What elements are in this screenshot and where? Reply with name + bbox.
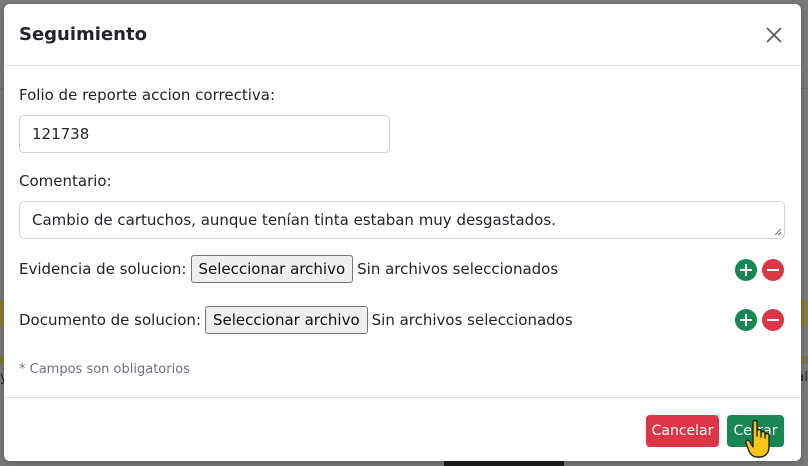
document-row: Documento de solucion: Seleccionar archi…	[19, 306, 573, 334]
comment-label: Comentario:	[19, 172, 112, 190]
modal-header: Seguimiento	[4, 4, 801, 66]
close-icon	[766, 26, 782, 43]
close-button[interactable]	[762, 23, 786, 47]
folio-input[interactable]: 121738	[19, 115, 390, 153]
add-evidence-icon[interactable]	[735, 259, 757, 281]
document-file-status: Sin archivos seleccionados	[371, 311, 573, 329]
cancel-button[interactable]: Cancelar	[646, 415, 719, 447]
document-file-button[interactable]: Seleccionar archivo	[205, 306, 368, 334]
comment-textarea[interactable]: Cambio de cartuchos, aunque tenían tinta…	[19, 201, 785, 239]
folio-label: Folio de reporte accion correctiva:	[19, 86, 275, 104]
modal-title: Seguimiento	[19, 24, 147, 45]
evidence-file-button[interactable]: Seleccionar archivo	[190, 255, 354, 283]
add-document-icon[interactable]	[735, 309, 757, 331]
evidence-file-status: Sin archivos seleccionados	[357, 260, 559, 278]
evidence-row: Evidencia de solucion: Seleccionar archi…	[19, 255, 558, 283]
seguimiento-modal: Seguimiento Folio de reporte accion corr…	[4, 4, 801, 461]
modal-body: Folio de reporte accion correctiva: 1217…	[4, 66, 801, 397]
modal-footer: Cancelar Cerrar	[4, 397, 801, 461]
evidence-label: Evidencia de solucion:	[19, 260, 187, 278]
document-label: Documento de solucion:	[19, 311, 201, 329]
comment-text: Cambio de cartuchos, aunque tenían tinta…	[32, 211, 556, 229]
resize-grip-icon[interactable]	[774, 228, 782, 236]
hand-pointer-icon	[745, 419, 770, 458]
required-fields-note: * Campos son obligatorios	[19, 362, 190, 377]
remove-evidence-icon[interactable]	[762, 259, 784, 281]
remove-document-icon[interactable]	[762, 309, 784, 331]
